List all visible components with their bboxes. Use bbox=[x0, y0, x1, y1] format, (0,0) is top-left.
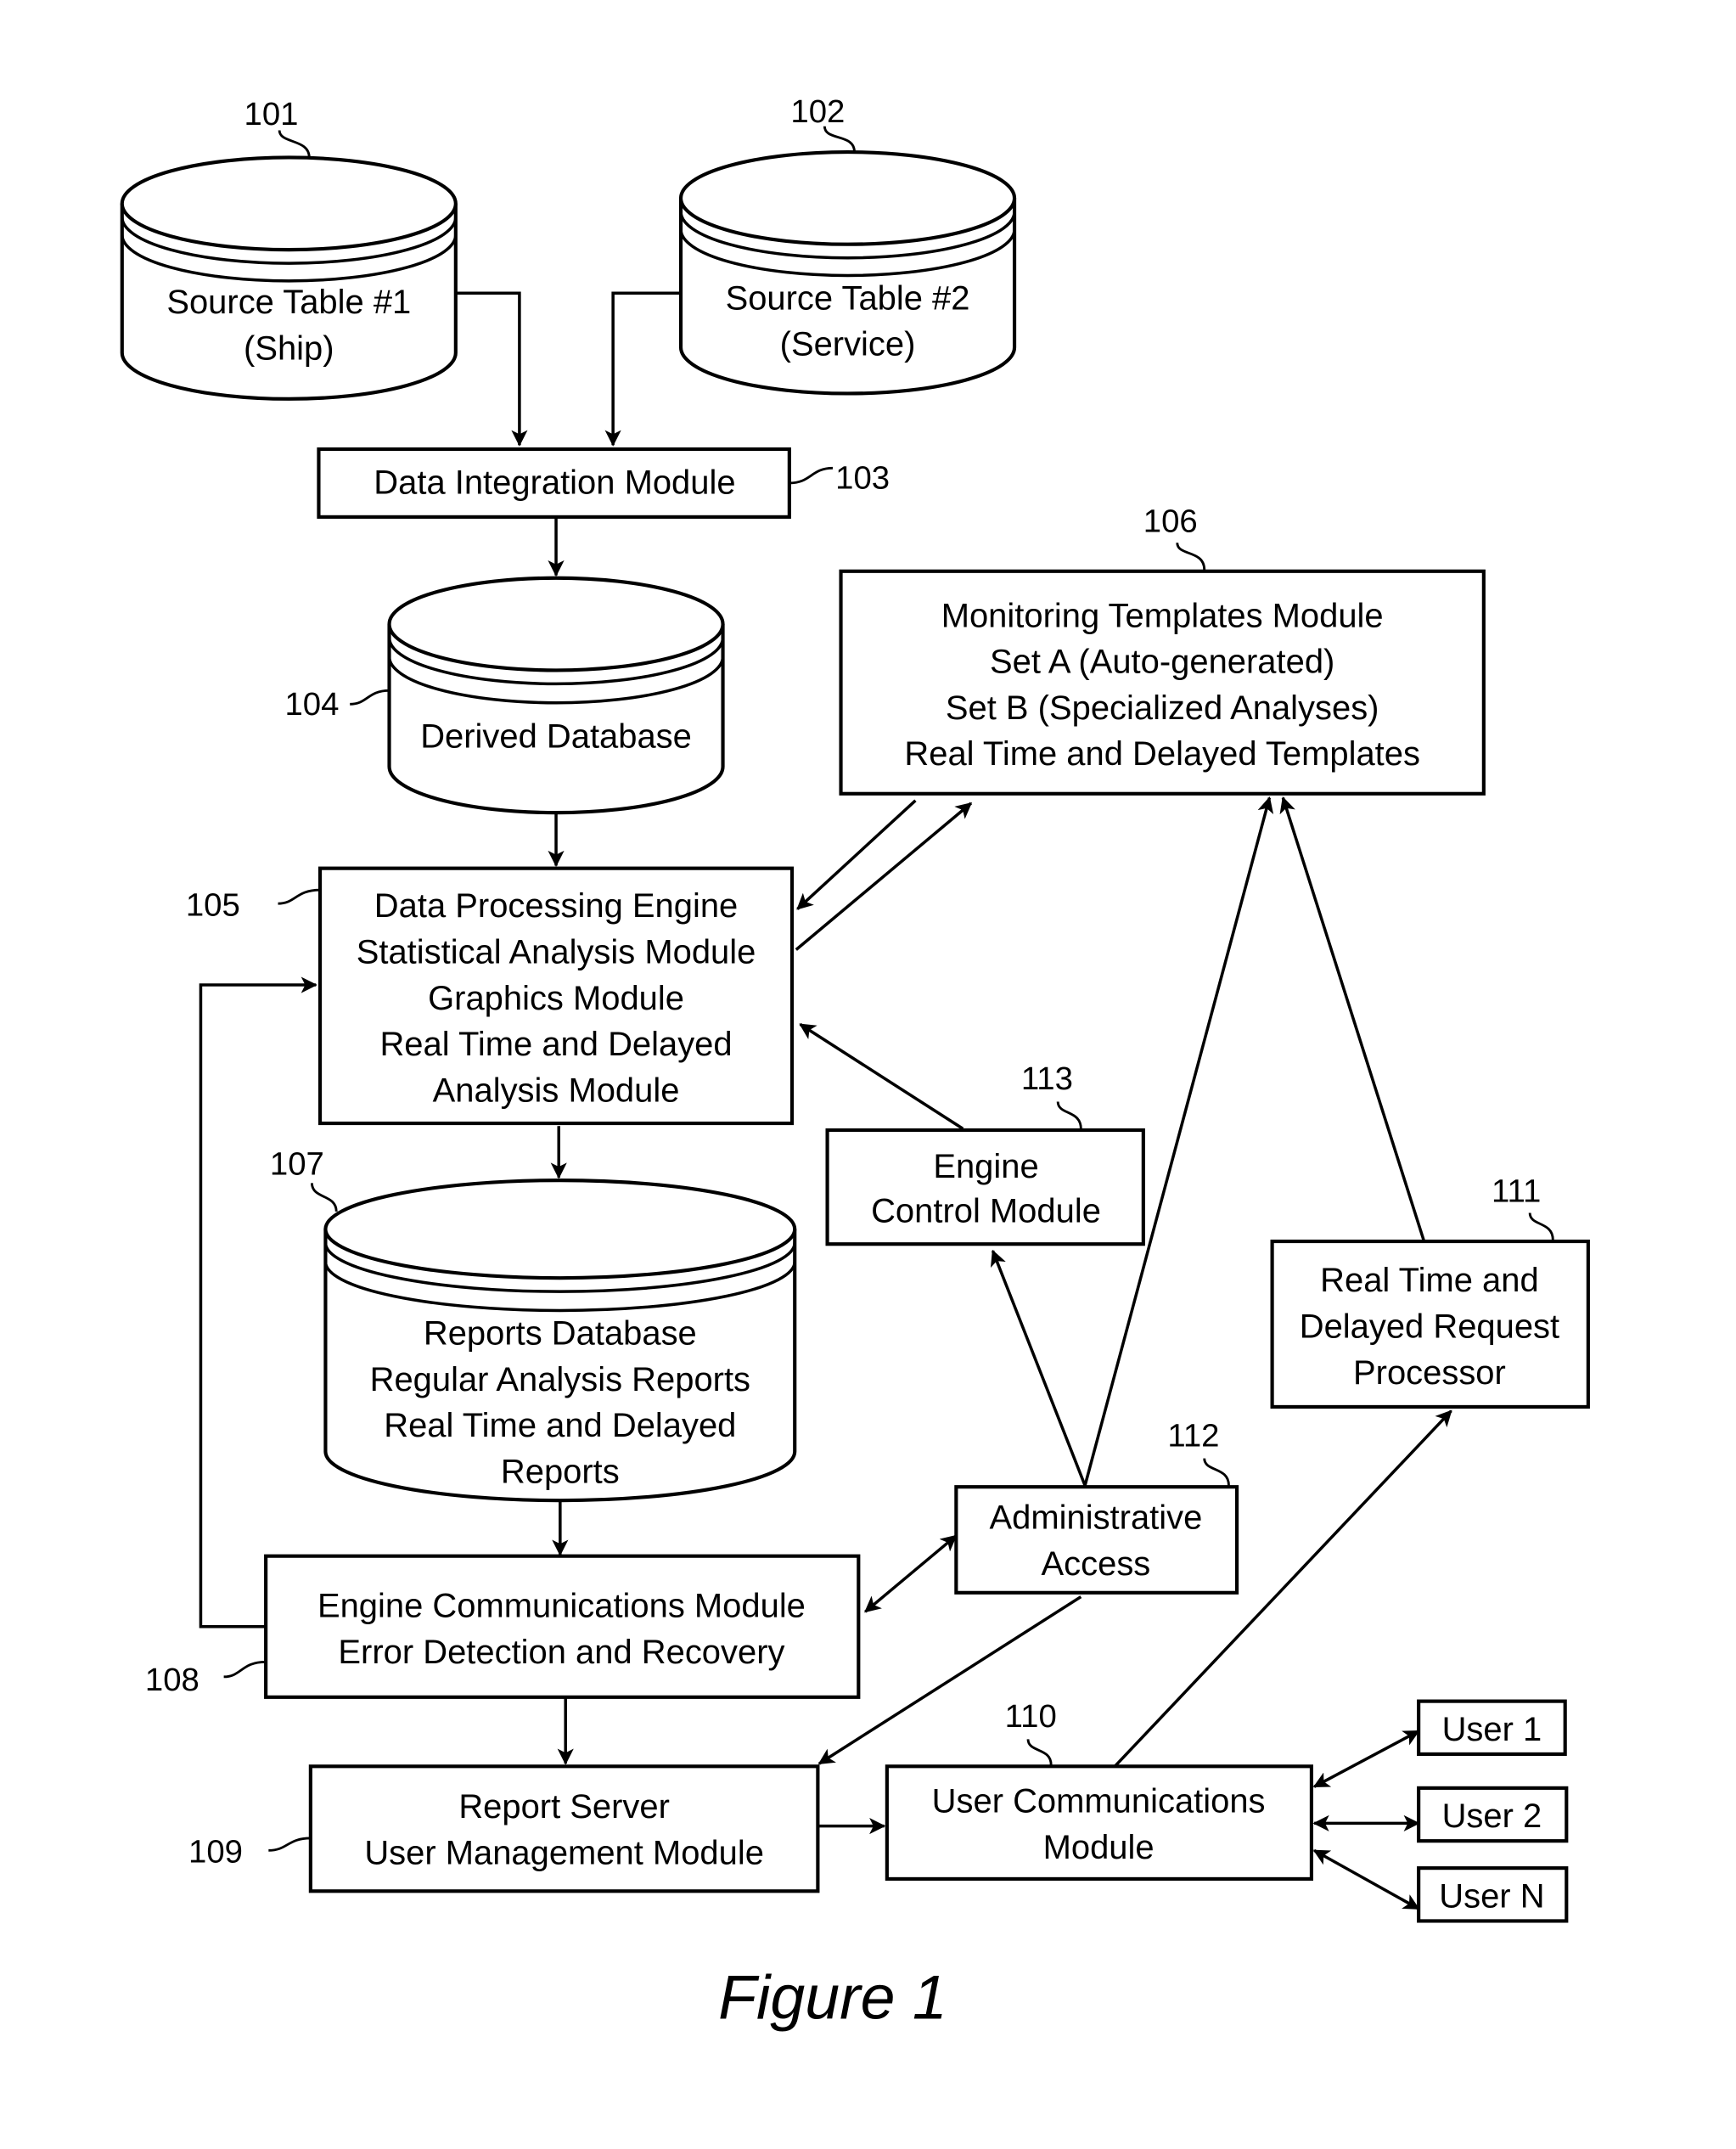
node-label-line: User 1 bbox=[1442, 1711, 1542, 1748]
user-1-node: User 1 bbox=[1417, 1699, 1567, 1757]
edge-enginecomm-to-engine bbox=[199, 976, 317, 1629]
node-label-line: Report Server bbox=[458, 1788, 670, 1826]
edge-usercomm-userN bbox=[1312, 1848, 1420, 1910]
edge-enginecontrol-to-engine bbox=[799, 1022, 964, 1130]
node-label-line: Module bbox=[1043, 1829, 1155, 1866]
data-integration-module-node: Data Integration Module 103 bbox=[317, 447, 890, 519]
node-label-line: Delayed Request bbox=[1300, 1308, 1559, 1345]
reports-database-node: Reports Database Regular Analysis Report… bbox=[270, 1146, 797, 1503]
node-label-line: Monitoring Templates Module bbox=[941, 597, 1384, 634]
user-n-node: User N bbox=[1417, 1866, 1569, 1923]
node-label-line: Error Detection and Recovery bbox=[338, 1634, 784, 1671]
edge-templates-to-engine bbox=[796, 799, 917, 910]
user-2-node: User 2 bbox=[1417, 1786, 1569, 1843]
node-label-line: Source Table #1 bbox=[166, 284, 411, 321]
node-label-line: Real Time and Delayed bbox=[379, 1026, 732, 1063]
node-label-line: Real Time and bbox=[1320, 1262, 1539, 1299]
reference-numeral: 107 bbox=[270, 1146, 324, 1183]
reference-numeral: 102 bbox=[790, 93, 845, 130]
reference-numeral: 110 bbox=[1005, 1698, 1057, 1735]
node-label-line: Administrative bbox=[990, 1499, 1203, 1537]
node-label-line: Set B (Specialized Analyses) bbox=[946, 689, 1379, 727]
node-label-line: (Ship) bbox=[244, 330, 334, 368]
reference-numeral: 113 bbox=[1021, 1060, 1073, 1097]
edge-enginecomm-admin bbox=[864, 1534, 958, 1613]
node-label-line: Reports Database bbox=[424, 1314, 697, 1352]
node-label-line: Engine Communications Module bbox=[317, 1588, 806, 1625]
node-label-line: (Service) bbox=[780, 326, 916, 363]
edge-requestproc-to-templates bbox=[1279, 796, 1426, 1242]
node-label-line: Statistical Analysis Module bbox=[357, 933, 756, 970]
derived-database-node: Derived Database 104 bbox=[284, 576, 725, 815]
node-label-line: Analysis Module bbox=[433, 1072, 680, 1109]
edge-usercomm-user1 bbox=[1312, 1730, 1420, 1788]
reference-numeral: 101 bbox=[244, 96, 299, 132]
node-label-line: Source Table #2 bbox=[726, 279, 970, 317]
edge-admin-to-enginecontrol bbox=[990, 1249, 1087, 1487]
node-label-line: Data Processing Engine bbox=[374, 887, 738, 925]
reference-numeral: 106 bbox=[1143, 503, 1198, 539]
user-communications-module-node: User Communications Module 110 bbox=[885, 1698, 1314, 1881]
monitoring-templates-module-node: Monitoring Templates Module Set A (Auto-… bbox=[839, 503, 1486, 796]
edge-src2-to-integration bbox=[604, 291, 682, 447]
edge-engine-to-templates bbox=[795, 802, 973, 951]
node-label-line: Real Time and Delayed Templates bbox=[904, 735, 1420, 773]
reference-numeral: 104 bbox=[284, 686, 339, 723]
engine-control-module-node: Engine Control Module 113 bbox=[825, 1060, 1145, 1246]
reference-numeral: 109 bbox=[188, 1834, 243, 1871]
node-label-line: Set A (Auto-generated) bbox=[990, 644, 1334, 681]
reference-numeral: 105 bbox=[186, 887, 240, 924]
request-processor-node: Real Time and Delayed Request Processor … bbox=[1270, 1173, 1590, 1409]
node-label-line: Real Time and Delayed bbox=[384, 1407, 736, 1444]
node-label-line: User 2 bbox=[1442, 1797, 1542, 1835]
report-server-node: Report Server User Management Module 109 bbox=[188, 1764, 820, 1893]
source-table-1-node: Source Table #1 (Ship) 101 bbox=[120, 96, 458, 401]
node-label-line: User Management Module bbox=[364, 1834, 764, 1871]
node-label-line: User Communications bbox=[932, 1783, 1266, 1820]
system-architecture-diagram: Source Table #1 (Ship) 101 Source Table … bbox=[120, 93, 1590, 2032]
node-label-line: Regular Analysis Reports bbox=[370, 1361, 750, 1398]
node-label-line: Processor bbox=[1353, 1354, 1506, 1392]
reference-numeral: 112 bbox=[1167, 1417, 1219, 1454]
node-label-line: Derived Database bbox=[420, 717, 692, 755]
node-label-line: Reports bbox=[501, 1453, 620, 1490]
edge-src1-to-integration bbox=[455, 291, 528, 447]
node-label-line: User N bbox=[1439, 1877, 1544, 1915]
reference-numeral: 108 bbox=[145, 1662, 199, 1698]
node-label-line: Graphics Module bbox=[428, 980, 684, 1017]
node-label-line: Data Integration Module bbox=[374, 464, 735, 502]
source-table-2-node: Source Table #2 (Service) 102 bbox=[678, 93, 1017, 396]
figure-caption: Figure 1 bbox=[718, 1961, 947, 2032]
reference-numeral: 111 bbox=[1492, 1173, 1541, 1210]
data-processing-engine-node: Data Processing Engine Statistical Analy… bbox=[186, 866, 795, 1126]
reference-numeral: 103 bbox=[835, 459, 890, 496]
node-label-line: Engine bbox=[933, 1148, 1038, 1185]
node-label-line: Access bbox=[1042, 1545, 1151, 1583]
node-label-line: Control Module bbox=[871, 1193, 1101, 1230]
